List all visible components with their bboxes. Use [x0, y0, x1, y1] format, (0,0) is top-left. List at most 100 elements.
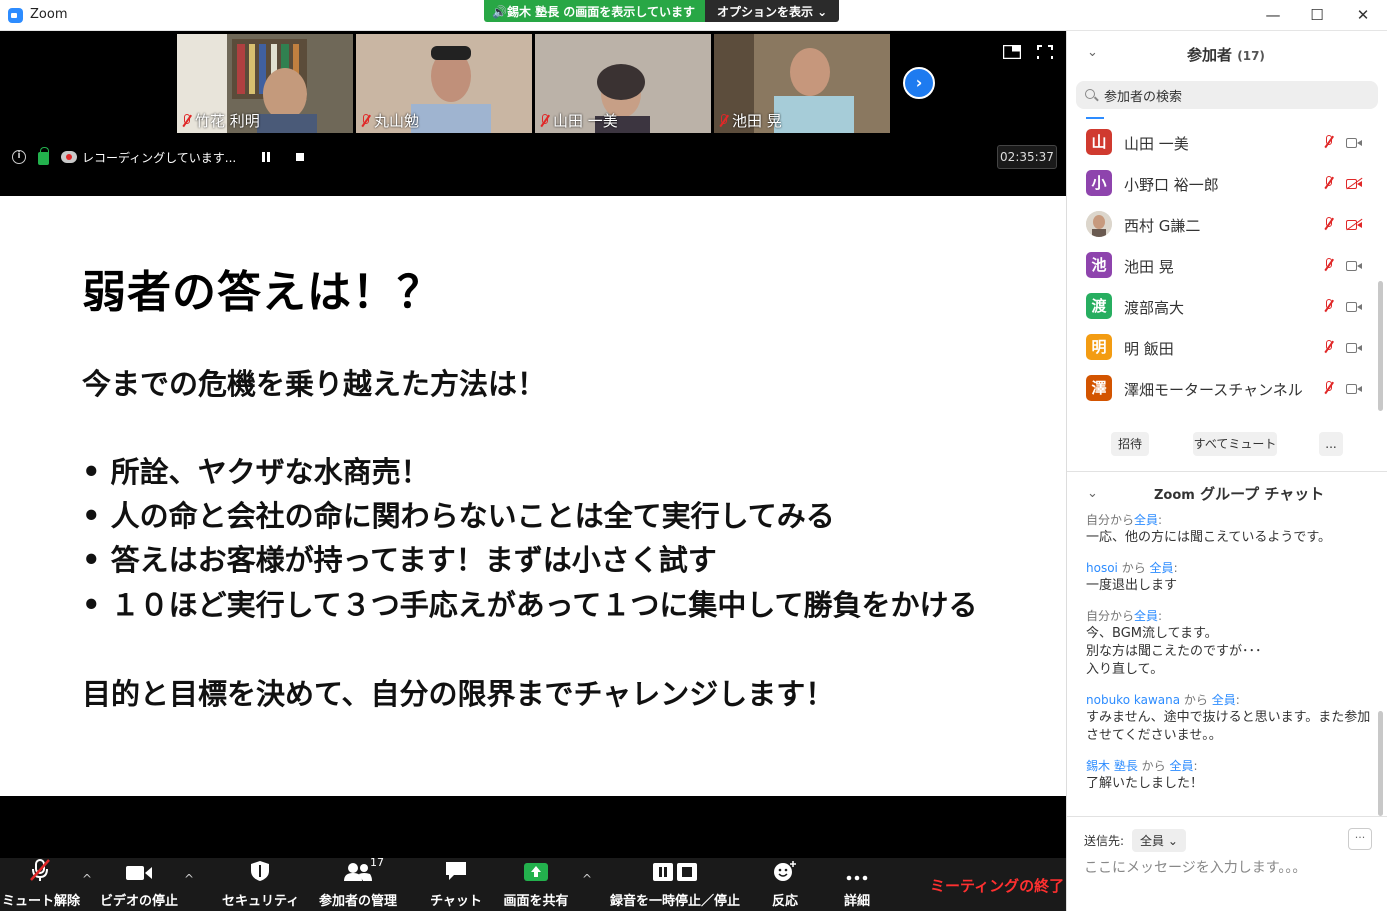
video-tile[interactable]: 丸山勉 — [356, 34, 532, 133]
screen-share-letterbox — [0, 796, 1066, 858]
chat-message-input[interactable]: ここにメッセージを入力します。。。 — [1084, 857, 1306, 877]
chat-title-prefix: Zoom — [1154, 488, 1195, 503]
participants-scrollbar[interactable] — [1378, 281, 1383, 411]
manage-participants-button[interactable]: 17 参加者の管理 — [312, 856, 404, 911]
stop-video-label: ビデオの停止 — [99, 894, 178, 909]
video-camera-icon — [126, 866, 152, 880]
participant-name: 竹花 利明 — [195, 112, 260, 130]
share-screen-button[interactable]: 画面を共有 — [498, 858, 574, 911]
participant-row[interactable]: 明 明 飯田 — [1067, 331, 1387, 372]
collapse-participants-caret[interactable]: ⌄ — [1087, 45, 1098, 60]
share-options-caret[interactable]: ^ — [582, 872, 592, 886]
video-off-icon — [1346, 219, 1364, 231]
header-colon: : — [1158, 609, 1163, 623]
unmute-button[interactable]: ミュート解除 — [2, 858, 80, 911]
participant-row[interactable]: 池 池田 晃 — [1067, 249, 1387, 290]
participant-name: 池田 晃 — [1124, 258, 1174, 276]
message-text: 一度退出します — [1086, 578, 1178, 593]
message-header: hosoi から 全員: — [1086, 560, 1378, 577]
info-icon[interactable]: i — [12, 150, 26, 164]
recipient-select[interactable]: 全員 ⌄ — [1132, 829, 1186, 852]
chat-more-button[interactable]: ··· — [1348, 828, 1372, 850]
chat-bubble-icon — [446, 862, 466, 880]
collapse-chat-caret[interactable]: ⌄ — [1087, 486, 1098, 501]
chat-message: 自分から全員: 一応、他の方には聞こえているようです。 — [1086, 512, 1378, 547]
participant-more-button[interactable]: ... — [1319, 432, 1343, 456]
participant-name: 渡部高大 — [1124, 299, 1185, 317]
more-dots-icon — [846, 875, 868, 881]
stop-video-button[interactable]: ビデオの停止 — [99, 858, 179, 911]
minimize-button[interactable]: — — [1250, 0, 1296, 31]
gallery-view-icon[interactable] — [1003, 45, 1021, 59]
participant-actions: 招待 すべてミュート ... — [1067, 432, 1387, 458]
muted-mic-icon[interactable] — [1323, 258, 1333, 272]
more-button[interactable]: 詳細 — [832, 858, 882, 911]
muted-mic-icon[interactable] — [1323, 381, 1333, 395]
scroll-edge-indicator — [1086, 117, 1104, 119]
slide-title: 弱者の答えは！？ — [82, 267, 442, 318]
slide-text: 目的と目標を決めて、自分の限界までチャレンジします！ — [82, 677, 835, 711]
video-camera-icon — [1346, 383, 1364, 395]
tile-name: 竹花 利明 — [181, 110, 260, 131]
participant-row[interactable]: 山 山田 一美 — [1067, 126, 1387, 167]
chat-divider — [1067, 816, 1387, 817]
recording-control-button[interactable]: 録音を一時停止／停止 — [602, 858, 748, 911]
reactions-button[interactable]: 反応 — [760, 858, 810, 911]
slide-text: 今までの危機を乗り越えた方法は！ — [82, 367, 547, 401]
meeting-toolbar: ミュート解除 ^ ビデオの停止 ^ セキュリティ 17 参加者の管理 チャット … — [0, 856, 1066, 911]
video-tile[interactable]: 山田 一美 — [535, 34, 711, 133]
end-meeting-button[interactable]: ミーティングの終了 — [930, 875, 1064, 896]
invite-button[interactable]: 招待 — [1111, 432, 1149, 456]
sender: 自分 — [1086, 609, 1111, 623]
chat-message: 錫木 塾長 から 全員: 了解いたしました！ — [1086, 758, 1378, 793]
zoom-logo-icon — [8, 8, 23, 23]
shared-screen-slide: 弱者の答えは！？ 今までの危機を乗り越えた方法は！ • 所詮、ヤクザな水商売！ … — [0, 196, 1066, 796]
participant-row[interactable]: 小 小野口 裕一郎 — [1067, 167, 1387, 208]
security-button[interactable]: セキュリティ — [222, 858, 300, 911]
chat-message: 自分から全員: 今、BGM流してます。 別な方は聞こえたのですが･･･ 入り直し… — [1086, 608, 1378, 679]
participant-row[interactable]: 西村 G謙二 — [1067, 208, 1387, 249]
share-banner: 🔊錫木 塾長 の画面を表示しています オプションを表示 ⌄ — [484, 0, 840, 22]
avatar: 小 — [1086, 170, 1112, 196]
muted-mic-icon[interactable] — [1323, 299, 1333, 313]
message-header: 錫木 塾長 から 全員: — [1086, 758, 1378, 775]
audio-options-caret[interactable]: ^ — [82, 872, 92, 886]
fullscreen-icon[interactable] — [1037, 45, 1055, 59]
next-page-button[interactable]: › — [903, 67, 935, 99]
avatar: 澤 — [1086, 375, 1112, 401]
muted-mic-icon[interactable] — [1323, 340, 1333, 354]
security-label: セキュリティ — [222, 894, 300, 909]
participants-icon — [344, 863, 372, 881]
message-header: 自分から全員: — [1086, 512, 1378, 529]
video-area: 竹花 利明 丸山勉 山田 一美 池田 晃 › i レコーディングしています...… — [0, 31, 1066, 196]
pause-recording-icon[interactable] — [262, 152, 271, 162]
video-camera-icon — [1346, 342, 1364, 354]
zoom-window: Zoom 🔊錫木 塾長 の画面を表示しています オプションを表示 ⌄ — ☐ ✕… — [0, 0, 1387, 911]
video-off-icon — [1346, 178, 1364, 190]
chat-button[interactable]: チャット — [428, 858, 484, 911]
message-text: 了解いたしました！ — [1086, 776, 1204, 791]
tile-name: 山田 一美 — [539, 110, 618, 131]
header-colon: : — [1158, 513, 1163, 527]
muted-mic-icon[interactable] — [1323, 176, 1333, 190]
chat-scrollbar[interactable] — [1378, 711, 1383, 816]
participant-row[interactable]: 渡 渡部高大 — [1067, 290, 1387, 331]
title-bar: Zoom 🔊錫木 塾長 の画面を表示しています オプションを表示 ⌄ — ☐ ✕ — [0, 0, 1387, 31]
maximize-button[interactable]: ☐ — [1294, 0, 1340, 31]
video-options-caret[interactable]: ^ — [184, 872, 194, 886]
muted-mic-icon[interactable] — [1323, 217, 1333, 231]
chat-message: hosoi から 全員: 一度退出します — [1086, 560, 1378, 595]
muted-mic-icon[interactable] — [1323, 135, 1333, 149]
lock-icon[interactable] — [38, 147, 49, 165]
stop-recording-icon[interactable] — [296, 153, 305, 161]
participant-row[interactable]: 澤 澤畑モータースチャンネル — [1067, 372, 1387, 413]
video-tile[interactable]: 池田 晃 — [714, 34, 890, 133]
participants-label: 参加者の管理 — [318, 894, 397, 909]
chat-header: ⌄ Zoom グループ チャット — [1067, 479, 1387, 509]
close-button[interactable]: ✕ — [1340, 0, 1386, 31]
chat-label: チャット — [430, 894, 482, 909]
participant-search-input[interactable]: 参加者の検索 — [1076, 81, 1378, 109]
video-tile[interactable]: 竹花 利明 — [177, 34, 353, 133]
view-options-button[interactable]: オプションを表示 ⌄ — [704, 0, 840, 22]
mute-all-button[interactable]: すべてミュート — [1193, 432, 1277, 456]
